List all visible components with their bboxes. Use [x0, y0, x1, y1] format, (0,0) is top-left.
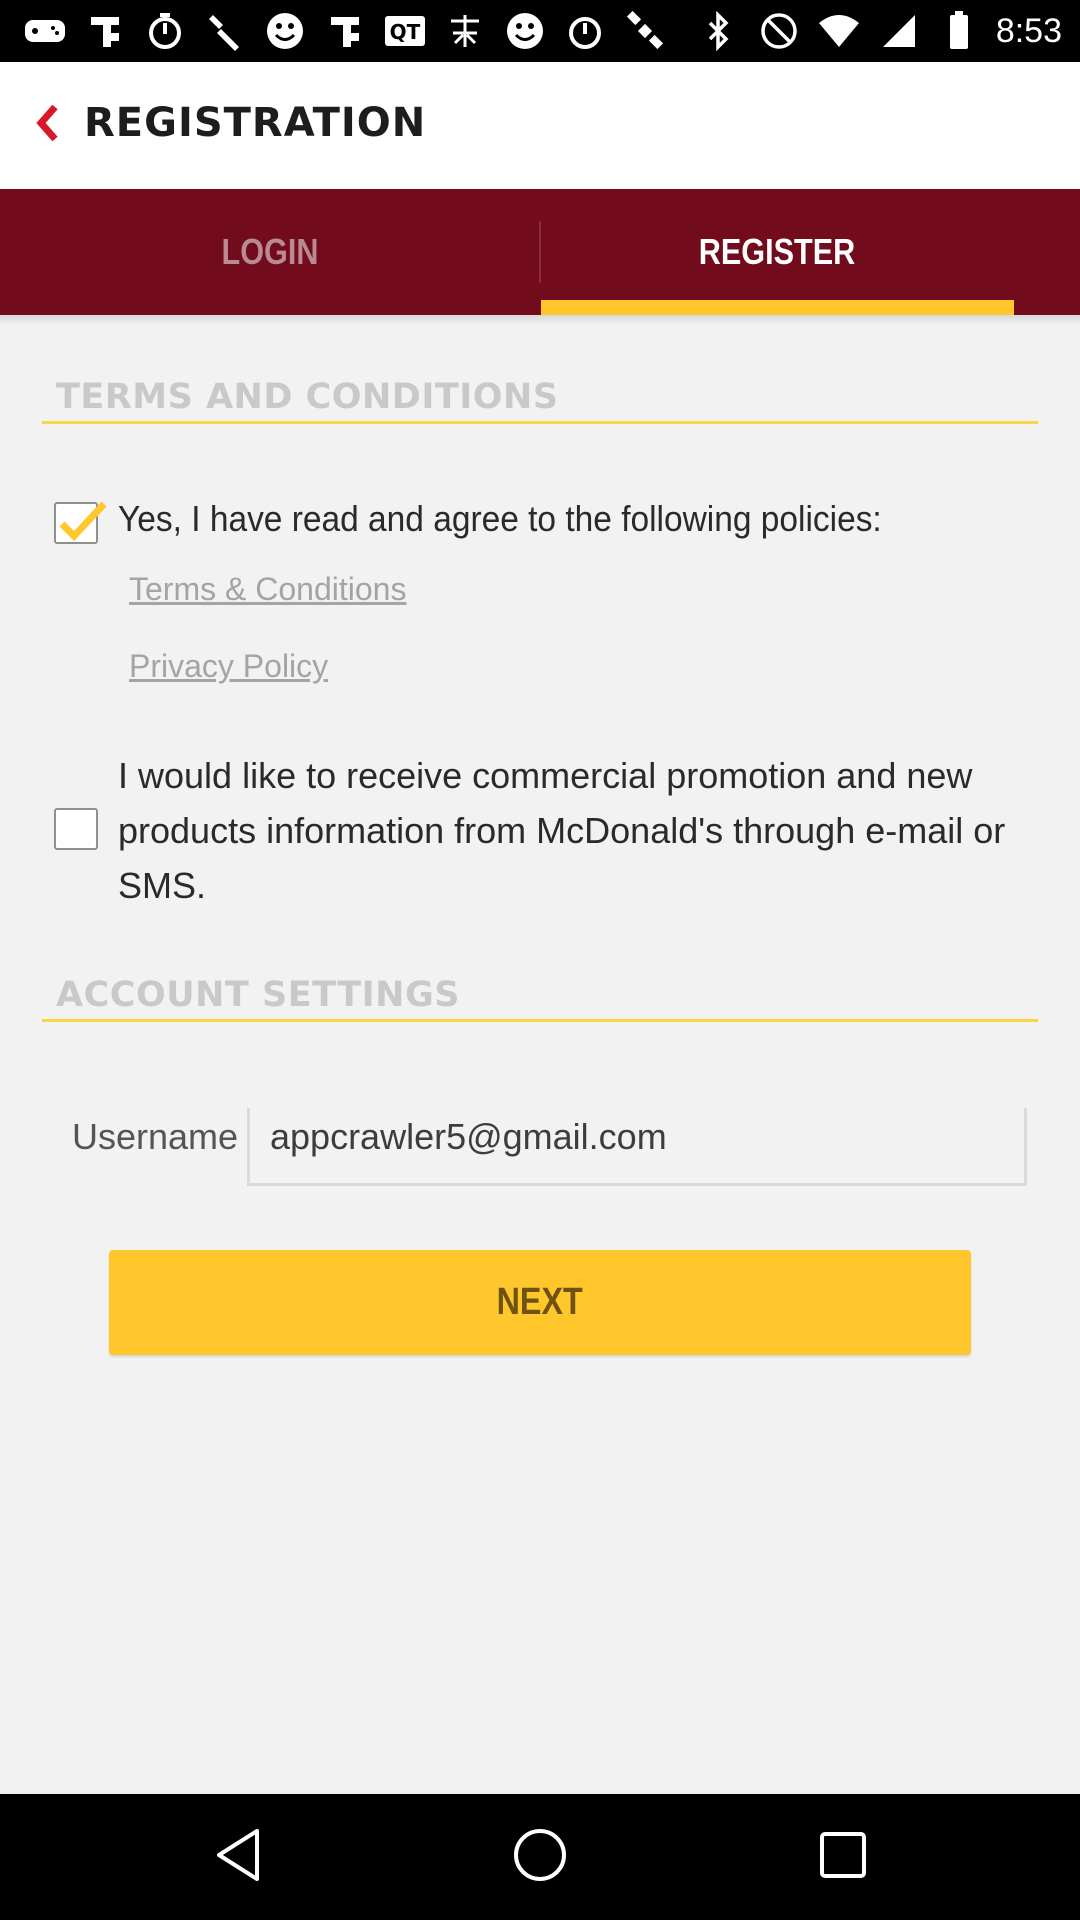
- active-tab-indicator: [541, 300, 1014, 315]
- privacy-policy-link[interactable]: Privacy Policy: [129, 648, 328, 685]
- terms-section-title: TERMS AND CONDITIONS: [56, 377, 559, 417]
- terms-section-header: TERMS AND CONDITIONS: [42, 377, 1038, 424]
- promo-consent-label: I would like to receive commercial promo…: [118, 755, 1006, 906]
- signal-icon: [876, 8, 922, 54]
- fan-icon: [322, 8, 368, 54]
- tab-shadow: [0, 315, 1080, 325]
- game-controller-icon: [22, 8, 68, 54]
- nav-home-button[interactable]: [505, 1822, 575, 1892]
- username-field[interactable]: appcrawler5@gmail.com: [247, 1108, 1027, 1186]
- tab-divider: [539, 221, 541, 283]
- tab-register[interactable]: REGISTER: [576, 189, 977, 315]
- checkmark-icon: [54, 498, 110, 553]
- promo-checkbox[interactable]: [54, 808, 98, 850]
- terms-conditions-link[interactable]: Terms & Conditions: [129, 571, 406, 608]
- nav-back-button[interactable]: [203, 1822, 273, 1892]
- tab-bar: LOGIN REGISTER: [0, 189, 1080, 315]
- chinese-char-icon: [442, 8, 488, 54]
- system-status-icons: 8:53: [696, 8, 1062, 54]
- navigation-bar: [0, 1794, 1080, 1920]
- agree-policies-label: Yes, I have read and agree to the follow…: [118, 498, 882, 539]
- smiley-icon: [502, 8, 548, 54]
- wrench-icon: [202, 8, 248, 54]
- app-bar: REGISTRATION: [0, 62, 1080, 189]
- back-button[interactable]: [18, 92, 78, 158]
- agree-checkbox[interactable]: [54, 501, 107, 544]
- triangle-back-icon: [213, 1827, 263, 1888]
- bluetooth-icon: [696, 8, 742, 54]
- timer-icon: [142, 8, 188, 54]
- next-button-label: NEXT: [496, 1281, 584, 1323]
- clock: 8:53: [995, 11, 1062, 50]
- fan-icon: [82, 8, 128, 54]
- status-bar: QT 8:53: [0, 0, 1080, 62]
- nav-recents-button[interactable]: [808, 1822, 878, 1892]
- username-value: appcrawler5@gmail.com: [270, 1116, 667, 1157]
- tab-login[interactable]: LOGIN: [41, 189, 500, 315]
- wifi-icon: [816, 8, 862, 54]
- next-button[interactable]: NEXT: [109, 1250, 971, 1355]
- username-label: Username: [72, 1116, 239, 1157]
- mute-icon: [756, 8, 802, 54]
- satellite-icon: [622, 8, 668, 54]
- smiley-icon: [262, 8, 308, 54]
- account-section-header: ACCOUNT SETTINGS: [42, 975, 1038, 1022]
- svg-text:QT: QT: [390, 20, 421, 44]
- battery-icon: [936, 8, 982, 54]
- circle-home-icon: [512, 1827, 568, 1888]
- chevron-left-icon: [35, 103, 61, 148]
- qt-icon: QT: [382, 8, 428, 54]
- timer-icon: [562, 8, 608, 54]
- account-section-title: ACCOUNT SETTINGS: [56, 975, 460, 1015]
- notification-icons: QT: [22, 8, 668, 54]
- square-recents-icon: [818, 1830, 868, 1885]
- page-title: REGISTRATION: [84, 100, 427, 146]
